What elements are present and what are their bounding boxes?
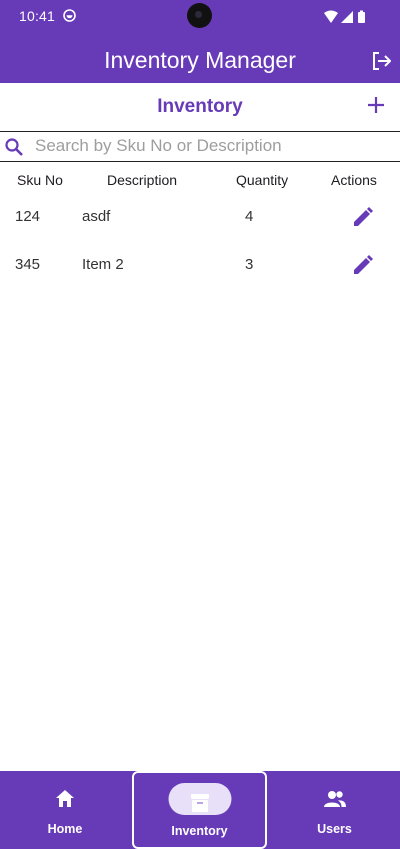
users-icon <box>323 791 346 807</box>
quantity-cell: 3 <box>245 256 254 273</box>
wifi-icon <box>324 10 338 23</box>
description-cell: asdf <box>82 208 111 225</box>
home-icon <box>56 790 74 807</box>
system-icons <box>324 10 365 23</box>
nav-inventory[interactable]: Inventory <box>132 771 267 849</box>
inventory-box-icon <box>190 794 209 812</box>
camera-cutout <box>187 3 212 28</box>
description-cell: Item 2 <box>82 256 124 273</box>
app-bar: Inventory Manager <box>0 36 400 83</box>
nav-label: Home <box>47 822 83 836</box>
add-icon[interactable] <box>365 94 387 116</box>
app-title: Inventory Manager <box>104 47 296 73</box>
column-header-description: Description <box>107 172 178 188</box>
nav-users[interactable]: Users <box>269 771 400 849</box>
notification-icon <box>63 9 76 22</box>
battery-icon <box>358 12 365 23</box>
table-row: 124 asdf 4 <box>0 207 400 247</box>
sku-cell: 124 <box>15 208 41 225</box>
signal-icon <box>341 11 353 23</box>
bottom-nav: Home Inventory Users <box>0 771 400 849</box>
sku-cell: 345 <box>15 256 41 273</box>
nav-label: Inventory <box>171 824 228 838</box>
status-bar: 10:41 <box>0 0 400 36</box>
table-row: 345 Item 2 3 <box>0 255 400 295</box>
column-header-sku: Sku No <box>17 172 63 188</box>
page-header: Inventory <box>0 83 400 131</box>
logout-icon[interactable] <box>369 49 393 73</box>
search-icon <box>5 138 23 156</box>
page-title: Inventory <box>157 96 243 117</box>
search-bar <box>0 131 400 162</box>
edit-icon[interactable] <box>351 205 375 229</box>
column-header-actions: Actions <box>331 172 377 188</box>
status-time: 10:41 <box>19 8 56 24</box>
nav-home[interactable]: Home <box>0 771 130 849</box>
column-header-quantity: Quantity <box>236 172 289 188</box>
search-input[interactable] <box>35 132 390 160</box>
table-header: Sku No Description Quantity Actions <box>0 172 400 192</box>
nav-label: Users <box>317 822 352 836</box>
edit-icon[interactable] <box>351 253 375 277</box>
quantity-cell: 4 <box>245 208 254 225</box>
